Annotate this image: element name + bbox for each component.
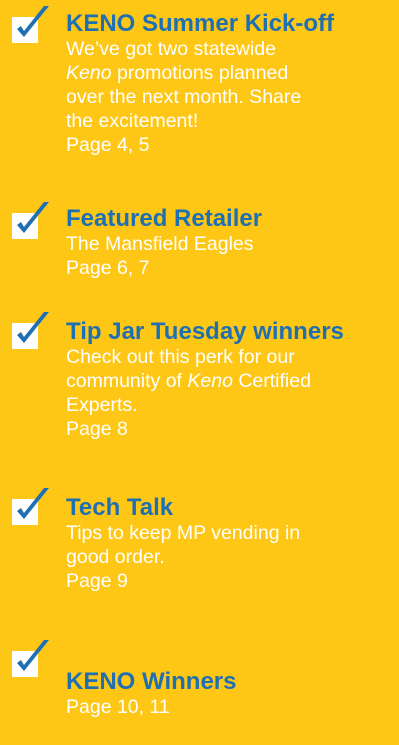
- item-title: KENO Winners: [66, 668, 237, 695]
- page-reference: Page 6, 7: [66, 257, 150, 279]
- page-reference: Page 9: [66, 570, 128, 592]
- checkbox-checked-icon: [12, 6, 49, 43]
- item-title: Tech Talk: [66, 494, 174, 521]
- item-description: Tips to keep MP vending in good order.: [66, 521, 397, 569]
- desc-line: Check out this perk for our: [66, 346, 295, 368]
- item-description: The Mansfield Eagles: [66, 232, 397, 256]
- desc-line: good order.: [66, 546, 165, 568]
- desc-line: over the next month. Share: [66, 86, 302, 108]
- item-description: We’ve got two statewide Keno promotions …: [66, 37, 397, 133]
- item-title: Tip Jar Tuesday winners: [66, 318, 344, 345]
- desc-line: Experts.: [66, 394, 138, 416]
- keno-italic: Keno: [66, 62, 112, 84]
- checkbox-checked-icon: [12, 312, 49, 349]
- checkbox-checked-icon: [12, 202, 49, 239]
- desc-line: Tips to keep MP vending in: [66, 522, 301, 544]
- item-title: Featured Retailer: [66, 205, 263, 232]
- item-description: Check out this perk for our community of…: [66, 345, 397, 417]
- desc-line: community of: [66, 370, 188, 392]
- page-reference: Page 10, 11: [66, 696, 170, 718]
- keno-italic: Keno: [187, 370, 233, 392]
- page-reference: Page 4, 5: [66, 134, 150, 156]
- checkbox-checked-icon: [12, 640, 49, 677]
- item-title: KENO Summer Kick-off: [66, 10, 335, 37]
- desc-line: the excitement!: [66, 110, 199, 132]
- desc-line: We’ve got two statewide: [66, 38, 276, 60]
- desc-line: promotions planned: [111, 62, 289, 84]
- desc-line: The Mansfield Eagles: [66, 233, 254, 255]
- desc-line: Certified: [232, 370, 311, 392]
- checkbox-checked-icon: [12, 488, 49, 525]
- page-reference: Page 8: [66, 418, 128, 440]
